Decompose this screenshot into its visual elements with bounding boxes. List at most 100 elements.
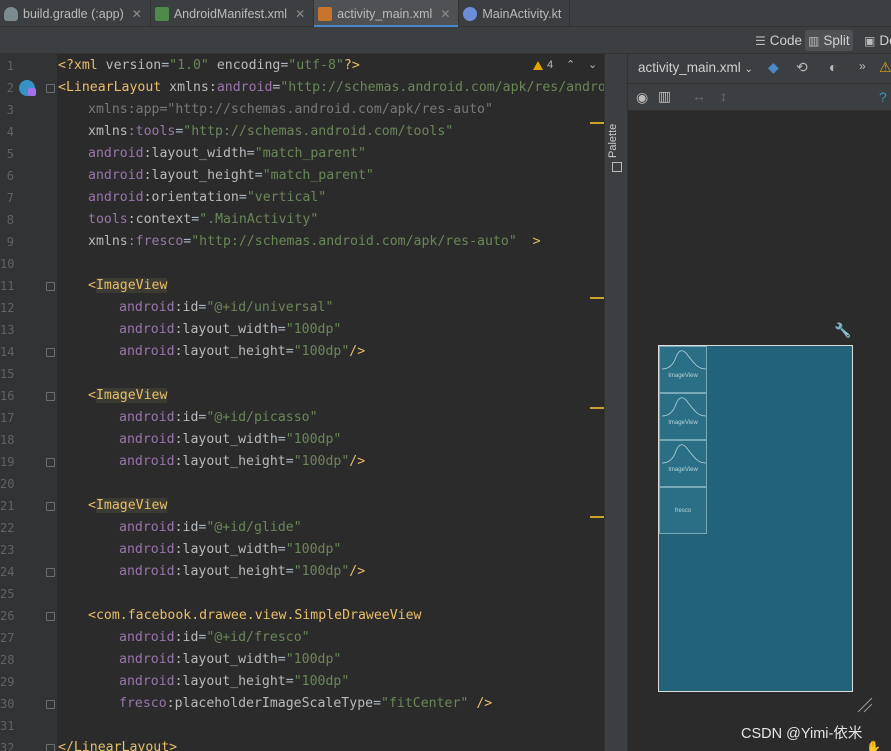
device-preview[interactable]: ImageView ImageView ImageView fresco (658, 345, 853, 692)
code-editor[interactable]: <?xml version="1.0" encoding="utf-8"?> <… (57, 54, 604, 751)
palette-label: Palette (607, 123, 619, 158)
watermark: CSDN @Yimi-依米 (741, 726, 863, 742)
token: <LinearLayout (58, 80, 170, 95)
token: xmlns (169, 80, 209, 95)
fold-icon[interactable] (46, 392, 55, 401)
line-number: 17 (0, 411, 15, 425)
token: android (119, 520, 175, 535)
split-view-button[interactable]: ▥ Split (805, 30, 853, 51)
fold-icon[interactable] (46, 700, 55, 709)
manifest-icon (154, 6, 169, 21)
tab-activity-main[interactable]: activity_main.xml ✕ (314, 0, 460, 28)
fold-icon[interactable] (46, 84, 55, 93)
layout-file-name: activity_main.xml (638, 60, 741, 75)
close-icon[interactable]: ✕ (132, 7, 142, 21)
activity-gutter-icon[interactable] (19, 80, 36, 96)
warning-marker[interactable] (590, 297, 604, 299)
warning-marker[interactable] (590, 407, 604, 409)
warning-marker[interactable] (590, 516, 604, 518)
fold-icon[interactable] (46, 348, 55, 357)
line-number: 28 (0, 653, 15, 667)
eye-icon[interactable]: ◉ (636, 89, 648, 106)
tab-main-activity[interactable]: MainActivity.kt (459, 0, 571, 27)
token: < (88, 498, 96, 513)
line-number: 24 (0, 565, 15, 579)
warning-icon[interactable]: ⚠ (879, 59, 891, 76)
vertical-resize-icon[interactable]: ↕ (720, 88, 727, 104)
line-number: 10 (0, 257, 15, 271)
token: > (516, 234, 541, 249)
design-secondary-toolbar: ◉ ▥ ↔ ↕ ? (628, 84, 891, 111)
token: :layout_width (143, 146, 247, 161)
token: <?xml (58, 58, 106, 73)
token: = (285, 674, 294, 689)
preview-imageview[interactable]: ImageView (659, 346, 707, 393)
warning-icon (533, 60, 543, 70)
warning-marker[interactable] (590, 122, 604, 124)
token: fresco (119, 696, 167, 711)
resize-handle-icon[interactable] (856, 696, 874, 714)
code-line-30: fresco:placeholderImageScaleType="fitCen… (119, 693, 492, 715)
layout-file-icon (318, 6, 333, 21)
kotlin-icon (463, 6, 478, 21)
code-view-button[interactable]: ☰ Code (752, 30, 805, 51)
token: = (254, 168, 263, 183)
layout-file-selector[interactable]: activity_main.xml ⌄ (638, 60, 753, 75)
code-line-16: <ImageView (88, 385, 168, 407)
blueprint-icon[interactable]: ▥ (658, 88, 671, 105)
palette-panel-strip[interactable]: Palette (604, 54, 628, 751)
warnings-indicator[interactable]: 4 (533, 59, 553, 71)
previous-highlight-icon[interactable]: ⌃ (566, 58, 575, 71)
token: ImageView (95, 388, 168, 403)
code-line-24: android:layout_height="100dp"/> (119, 561, 365, 583)
token: = (161, 58, 170, 73)
token: = (246, 146, 255, 161)
preview-fresco-view[interactable]: fresco (659, 487, 707, 534)
code-line-2: <LinearLayout xmlns:android="http://sche… (58, 77, 604, 99)
fold-icon[interactable] (46, 458, 55, 467)
design-view-button[interactable]: ▣ De (861, 30, 891, 51)
night-mode-icon[interactable]: ◐ (829, 59, 837, 75)
horizontal-resize-icon[interactable]: ↔ (692, 88, 706, 104)
token: :placeholderImageScaleType (166, 696, 374, 711)
code-line-4: xmlns:tools="http://schemas.android.com/… (88, 121, 453, 143)
wrench-icon[interactable]: 🔧 (834, 322, 851, 339)
fold-icon[interactable] (46, 282, 55, 291)
tab-android-manifest[interactable]: AndroidManifest.xml ✕ (151, 0, 315, 27)
tab-label: AndroidManifest.xml (173, 6, 288, 21)
line-number: 5 (6, 147, 14, 161)
help-icon[interactable]: ? (879, 89, 887, 105)
line-number: 2 (6, 81, 14, 95)
token: "fitCenter" (381, 696, 469, 711)
orientation-icon[interactable]: ⟲ (796, 59, 808, 76)
code-line-13: android:layout_width="100dp" (119, 319, 341, 341)
fold-icon[interactable] (46, 568, 55, 577)
close-icon[interactable]: ✕ (295, 7, 305, 21)
layers-icon[interactable]: ◆ (768, 59, 779, 76)
tab-build-gradle[interactable]: build.gradle (:app) ✕ (0, 0, 151, 27)
fold-icon[interactable] (46, 502, 55, 511)
token: :layout_height (174, 344, 286, 359)
fold-icon[interactable] (46, 744, 55, 751)
fold-icon[interactable] (46, 612, 55, 621)
preview-imageview[interactable]: ImageView (659, 440, 707, 487)
pan-hand-icon[interactable]: ✋ (866, 740, 881, 751)
token: "@+id/glide" (206, 520, 302, 535)
line-number: 12 (0, 301, 15, 315)
token: :id (174, 520, 199, 535)
preview-imageview[interactable]: ImageView (659, 393, 707, 440)
next-highlight-icon[interactable]: ⌄ (588, 58, 597, 71)
token: :id (174, 300, 199, 315)
token: "http://schemas.android.com/apk/res-auto… (191, 234, 517, 249)
token: "100dp" (293, 564, 350, 579)
token: "100dp" (293, 344, 350, 359)
more-actions-icon[interactable]: » (859, 59, 866, 73)
line-number: 4 (6, 125, 14, 139)
token: < (88, 278, 96, 293)
close-icon[interactable]: ✕ (440, 7, 450, 21)
token: :context (127, 212, 192, 227)
design-toolbar: activity_main.xml ⌄ ◆ ⟲ ◐ » ⚠ (628, 54, 891, 84)
token: android (119, 454, 175, 469)
split-view-icon: ▥ (808, 33, 820, 48)
token: = (285, 564, 294, 579)
